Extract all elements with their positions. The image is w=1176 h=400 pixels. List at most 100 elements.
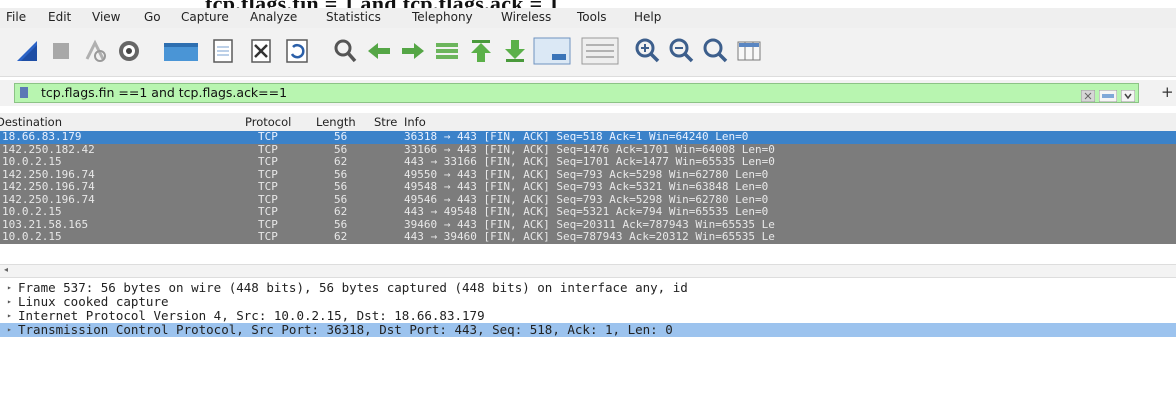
packet-length: 56 xyxy=(334,218,348,231)
packet-info: 49546 → 443 [FIN, ACK] Seq=793 Ack=5298 … xyxy=(404,193,769,206)
packet-protocol: TCP xyxy=(258,168,278,181)
packet-destination: 103.21.58.165 xyxy=(2,218,89,231)
scroll-left-icon[interactable]: ◂ xyxy=(4,265,8,274)
first-packet-icon[interactable] xyxy=(466,36,496,66)
packet-info: 49548 → 443 [FIN, ACK] Seq=793 Ack=5321 … xyxy=(404,181,769,193)
col-length[interactable]: Length xyxy=(316,115,356,129)
packet-protocol: TCP xyxy=(258,231,278,243)
normal-size-icon[interactable] xyxy=(700,36,730,66)
packet-destination: 10.0.2.15 xyxy=(2,206,62,218)
menu-edit[interactable]: Edit xyxy=(48,10,71,24)
add-filter-button-icon[interactable]: + xyxy=(1161,83,1174,101)
menu-capture[interactable]: Capture xyxy=(181,10,229,24)
packet-destination: 142.250.196.74 xyxy=(2,193,95,206)
packet-info: 443 → 33166 [FIN, ACK] Seq=1701 Ack=1477… xyxy=(404,156,775,168)
expand-arrow-icon[interactable]: ▸ xyxy=(7,281,12,295)
menu-view[interactable]: View xyxy=(92,10,120,24)
back-arrow-icon[interactable] xyxy=(364,36,394,66)
last-packet-icon[interactable] xyxy=(500,36,530,66)
detail-text: Internet Protocol Version 4, Src: 10.0.2… xyxy=(18,308,485,323)
packet-row[interactable]: 142.250.196.74 TCP 56 49550 → 443 [FIN, … xyxy=(0,168,1176,181)
menu-statistics[interactable]: Statistics xyxy=(326,10,381,24)
menu-tools[interactable]: Tools xyxy=(577,10,607,24)
packet-row[interactable]: 10.0.2.15 TCP 62 443 → 49548 [FIN, ACK] … xyxy=(0,206,1176,219)
zoom-in-icon[interactable] xyxy=(632,36,662,66)
horizontal-scrollbar[interactable]: ◂ xyxy=(0,264,1176,278)
forward-arrow-icon[interactable] xyxy=(398,36,428,66)
col-info[interactable]: Info xyxy=(404,115,426,129)
packet-destination: 18.66.83.179 xyxy=(2,131,82,143)
detail-text: Linux cooked capture xyxy=(18,294,169,309)
packet-details-pane: ▸ Frame 537: 56 bytes on wire (448 bits)… xyxy=(0,281,1176,337)
packet-protocol: TCP xyxy=(258,206,278,218)
packet-protocol: TCP xyxy=(258,131,278,143)
col-stream[interactable]: Stre xyxy=(374,115,402,129)
display-filter-bar: tcp.flags.fin ==1 and tcp.flags.ack==1 + xyxy=(0,80,1176,106)
packet-row[interactable]: 103.21.58.165 TCP 56 39460 → 443 [FIN, A… xyxy=(0,218,1176,231)
stop-icon[interactable] xyxy=(46,36,76,66)
shark-fin-start-icon[interactable] xyxy=(12,36,42,66)
packet-protocol: TCP xyxy=(258,218,278,231)
expand-arrow-icon[interactable]: ▸ xyxy=(7,295,12,309)
detail-text: Transmission Control Protocol, Src Port:… xyxy=(18,322,673,337)
display-filter-value: tcp.flags.fin ==1 and tcp.flags.ack==1 xyxy=(41,85,288,100)
packet-destination: 142.250.182.42 xyxy=(2,143,95,156)
detail-row-frame[interactable]: ▸ Frame 537: 56 bytes on wire (448 bits)… xyxy=(0,281,1176,295)
packet-length: 62 xyxy=(334,206,348,218)
open-folder-icon[interactable] xyxy=(162,36,200,66)
detail-row-linux-cooked[interactable]: ▸ Linux cooked capture xyxy=(0,295,1176,309)
reload-icon[interactable] xyxy=(282,36,312,66)
packet-protocol: TCP xyxy=(258,143,278,156)
packet-row[interactable]: 10.0.2.15 TCP 62 443 → 33166 [FIN, ACK] … xyxy=(0,156,1176,169)
menu-help[interactable]: Help xyxy=(634,10,661,24)
file-icon[interactable] xyxy=(208,36,238,66)
packet-row[interactable]: 10.0.2.15 TCP 62 443 → 39460 [FIN, ACK] … xyxy=(0,231,1176,244)
col-destination[interactable]: Destination xyxy=(0,115,62,129)
clear-filter-icon[interactable] xyxy=(1080,87,1096,106)
packet-list-header: Destination Protocol Length Stre Info xyxy=(0,113,1176,132)
packet-protocol: TCP xyxy=(258,181,278,193)
packet-destination: 142.250.196.74 xyxy=(2,168,95,181)
restart-icon[interactable] xyxy=(80,36,110,66)
packet-length: 62 xyxy=(334,231,348,243)
options-icon[interactable] xyxy=(114,36,144,66)
detail-row-ipv4[interactable]: ▸ Internet Protocol Version 4, Src: 10.0… xyxy=(0,309,1176,323)
detail-row-tcp-selected[interactable]: ▸ Transmission Control Protocol, Src Por… xyxy=(0,323,1176,337)
packet-length: 56 xyxy=(334,193,348,206)
menu-file[interactable]: File xyxy=(6,10,26,24)
colorize-icon[interactable] xyxy=(580,36,620,66)
packet-protocol: TCP xyxy=(258,156,278,168)
packet-destination: 142.250.196.74 xyxy=(2,181,95,193)
find-icon[interactable] xyxy=(330,36,360,66)
menu-analyze[interactable]: Analyze xyxy=(250,10,297,24)
packet-length: 56 xyxy=(334,143,348,156)
menu-wireless[interactable]: Wireless xyxy=(501,10,551,24)
expand-arrow-icon[interactable]: ▸ xyxy=(7,309,12,323)
packet-length: 56 xyxy=(334,168,348,181)
packet-list-empty-area xyxy=(0,248,1176,264)
close-file-icon[interactable] xyxy=(246,36,276,66)
display-filter-input[interactable]: tcp.flags.fin ==1 and tcp.flags.ack==1 xyxy=(14,83,1139,103)
bookmark-icon[interactable] xyxy=(20,87,28,98)
packet-length: 56 xyxy=(334,181,348,193)
filter-history-icon[interactable] xyxy=(1098,87,1118,106)
packet-length: 62 xyxy=(334,156,348,168)
zoom-out-icon[interactable] xyxy=(666,36,696,66)
expand-arrow-icon[interactable]: ▸ xyxy=(7,323,12,337)
packet-protocol: TCP xyxy=(258,193,278,206)
packet-row[interactable]: 142.250.182.42 TCP 56 33166 → 443 [FIN, … xyxy=(0,143,1176,156)
packet-list: 18.66.83.179 TCP 56 36318 → 443 [FIN, AC… xyxy=(0,131,1176,244)
packet-info: 39460 → 443 [FIN, ACK] Seq=20311 Ack=787… xyxy=(404,218,775,231)
menu-telephony[interactable]: Telephony xyxy=(412,10,473,24)
chevron-down-icon[interactable] xyxy=(1120,87,1136,106)
packet-row-selected[interactable]: 18.66.83.179 TCP 56 36318 → 443 [FIN, AC… xyxy=(0,131,1176,144)
packet-info: 49550 → 443 [FIN, ACK] Seq=793 Ack=5298 … xyxy=(404,168,769,181)
go-to-packet-icon[interactable] xyxy=(432,36,462,66)
packet-row[interactable]: 142.250.196.74 TCP 56 49546 → 443 [FIN, … xyxy=(0,193,1176,206)
packet-row[interactable]: 142.250.196.74 TCP 56 49548 → 443 [FIN, … xyxy=(0,181,1176,194)
col-protocol[interactable]: Protocol xyxy=(245,115,291,129)
menu-go[interactable]: Go xyxy=(144,10,161,24)
packet-info: 443 → 49548 [FIN, ACK] Seq=5321 Ack=794 … xyxy=(404,206,769,218)
autoscroll-icon[interactable] xyxy=(532,36,572,66)
resize-columns-icon[interactable] xyxy=(734,36,764,66)
